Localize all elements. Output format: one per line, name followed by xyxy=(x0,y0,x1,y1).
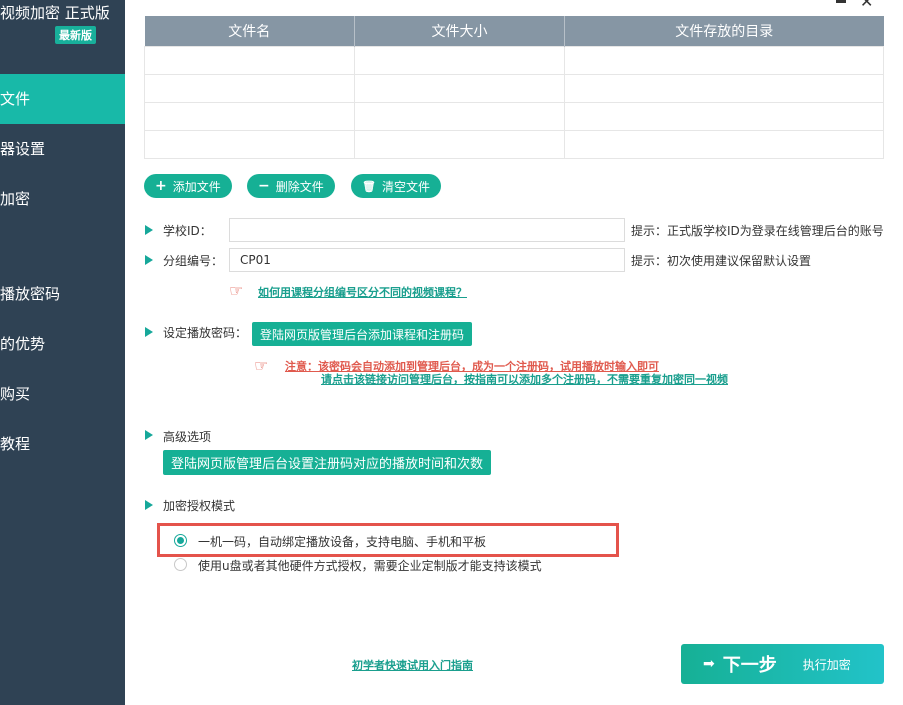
next-step-label: 下一步 xyxy=(722,655,777,676)
arrow-icon xyxy=(145,255,153,265)
password-label: 设定播放密码： xyxy=(163,326,248,340)
minus-icon: − xyxy=(258,178,270,194)
add-file-label: 添加文件 xyxy=(172,179,221,194)
version-badge: 最新版 xyxy=(55,26,96,44)
clear-files-label: 清空文件 xyxy=(381,179,430,194)
school-id-hint: 提示：正式版学校ID为登录在线管理后台的账号 xyxy=(631,224,884,238)
table-row[interactable] xyxy=(144,101,884,131)
app-title: 视频加密 正式版 xyxy=(0,4,110,22)
execute-encrypt-label: 执行加密 xyxy=(802,657,851,672)
next-step-button[interactable]: ➡ 下一步 执行加密 xyxy=(681,644,884,684)
table-row[interactable] xyxy=(144,129,884,159)
file-table: 文件名 文件大小 文件存放的目录 xyxy=(144,16,884,159)
sidebar-item-advantages[interactable]: 的优势 xyxy=(0,319,125,369)
manage-courses-button[interactable]: 登陆网页版管理后台添加课程和注册码 xyxy=(252,322,473,346)
arrow-right-icon: ➡ xyxy=(703,656,715,672)
column-header-directory: 文件存放的目录 xyxy=(564,16,884,46)
column-header-filesize: 文件大小 xyxy=(354,16,565,46)
add-file-button[interactable]: + 添加文件 xyxy=(144,174,232,198)
admin-guide-link[interactable]: 请点击该链接访问管理后台，按指南可以添加多个注册码，不需要重复加密同一视频 xyxy=(321,371,728,387)
sidebar-item-encrypt[interactable]: 加密 xyxy=(0,174,125,224)
sidebar-item-player-settings[interactable]: 器设置 xyxy=(0,124,125,174)
pointing-hand-icon: ☞ xyxy=(254,356,269,375)
sidebar-item-tutorial[interactable]: 教程 xyxy=(0,419,125,469)
school-id-label: 学校ID： xyxy=(163,224,212,238)
group-number-label: 分组编号： xyxy=(163,254,224,268)
group-number-hint: 提示：初次使用建议保留默认设置 xyxy=(631,254,812,268)
advanced-options-label: 高级选项 xyxy=(163,430,212,444)
column-header-filename: 文件名 xyxy=(144,16,355,46)
table-row[interactable] xyxy=(144,73,884,103)
group-help-link[interactable]: 如何用课程分组编号区分不同的视频课程？ xyxy=(258,284,467,300)
delete-file-label: 删除文件 xyxy=(275,179,324,194)
auth-option-usb-radio[interactable] xyxy=(174,558,187,571)
plus-icon: + xyxy=(155,178,167,194)
auth-mode-label: 加密授权模式 xyxy=(163,499,236,513)
sidebar: 视频加密 正式版 最新版 文件 器设置 加密 播放密码 的优势 购买 教程 xyxy=(0,0,125,705)
auth-option-one-device-radio[interactable] xyxy=(174,534,187,547)
sidebar-item-purchase[interactable]: 购买 xyxy=(0,369,125,419)
trash-icon: 🗑 xyxy=(362,179,376,193)
arrow-icon xyxy=(145,500,153,510)
arrow-icon xyxy=(145,327,153,337)
minimize-button[interactable] xyxy=(836,0,846,3)
delete-file-button[interactable]: − 删除文件 xyxy=(247,174,335,198)
auth-option-one-device-label[interactable]: 一机一码，自动绑定播放设备，支持电脑、手机和平板 xyxy=(198,533,486,550)
clear-files-button[interactable]: 🗑 清空文件 xyxy=(351,174,441,198)
group-number-input[interactable] xyxy=(229,248,625,272)
arrow-icon xyxy=(145,225,153,235)
close-icon[interactable]: ✕ xyxy=(860,0,873,10)
sidebar-item-files[interactable]: 文件 xyxy=(0,74,125,124)
sidebar-item-play-password[interactable]: 播放密码 xyxy=(0,269,125,319)
auth-option-usb-label[interactable]: 使用u盘或者其他硬件方式授权，需要企业定制版才能支持该模式 xyxy=(198,557,542,574)
table-row[interactable] xyxy=(144,45,884,75)
arrow-icon xyxy=(145,430,153,440)
set-play-time-button[interactable]: 登陆网页版管理后台设置注册码对应的播放时间和次数 xyxy=(163,450,492,475)
beginner-guide-link[interactable]: 初学者快速试用入门指南 xyxy=(352,657,473,673)
pointing-hand-icon: ☞ xyxy=(229,281,244,300)
school-id-input[interactable] xyxy=(229,218,625,242)
